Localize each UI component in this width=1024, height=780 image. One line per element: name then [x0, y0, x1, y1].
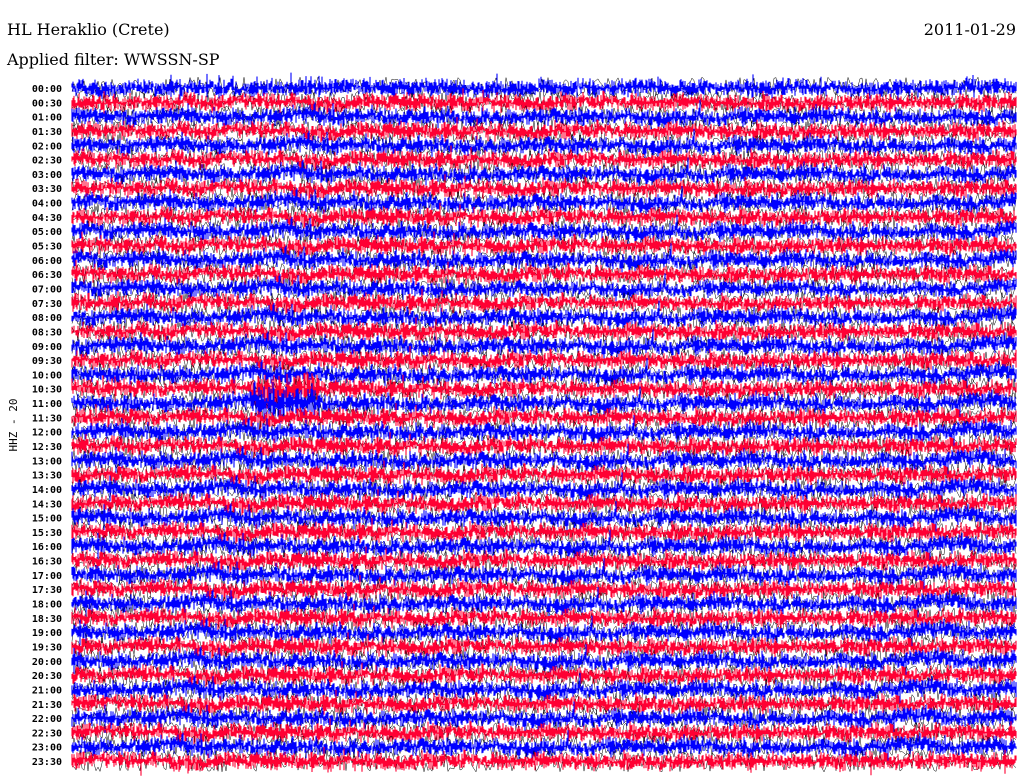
row-time-label: 15:00 — [32, 514, 62, 525]
row-time-label: 20:30 — [32, 671, 62, 682]
row-time-label: 00:00 — [32, 84, 62, 95]
row-time-label: 18:00 — [32, 600, 62, 611]
row-time-label: 22:00 — [32, 714, 62, 725]
row-time-label: 16:30 — [32, 557, 62, 568]
row-time-label: 03:30 — [32, 184, 62, 195]
row-time-label: 17:00 — [32, 571, 62, 582]
row-time-label: 16:00 — [32, 542, 62, 553]
row-time-label: 04:00 — [32, 199, 62, 210]
row-time-label: 11:30 — [32, 413, 62, 424]
row-time-label: 13:30 — [32, 471, 62, 482]
trace-row-2330 — [71, 747, 1017, 776]
row-time-label: 19:00 — [32, 628, 62, 639]
row-time-label: 07:00 — [32, 284, 62, 295]
row-time-label: 20:00 — [32, 657, 62, 668]
row-time-label: 10:30 — [32, 385, 62, 396]
row-time-label: 21:00 — [32, 685, 62, 696]
row-time-label: 11:00 — [32, 399, 62, 410]
row-time-label: 21:30 — [32, 700, 62, 711]
helicorder-plot: 00:00 00:30 01:00 01:30 02:00 02:30 03:00 03:30… — [7, 72, 1017, 776]
y-axis-label: HHZ - 20 — [7, 399, 20, 452]
row-time-label: 02:30 — [32, 156, 62, 167]
row-time-label: 17:30 — [32, 585, 62, 596]
row-time-label: 12:00 — [32, 428, 62, 439]
row-time-label: 18:30 — [32, 614, 62, 625]
row-time-label: 14:30 — [32, 499, 62, 510]
row-time-label: 10:00 — [32, 370, 62, 381]
row-time-label: 08:30 — [32, 327, 62, 338]
row-time-label: 05:30 — [32, 242, 62, 253]
row-time-label: 22:30 — [32, 728, 62, 739]
row-time-label: 15:30 — [32, 528, 62, 539]
row-time-label: 13:00 — [32, 456, 62, 467]
row-time-label: 23:30 — [32, 757, 62, 768]
row-time-label: 06:30 — [32, 270, 62, 281]
row-time-label: 00:30 — [32, 98, 62, 109]
row-time-label: 05:00 — [32, 227, 62, 238]
row-time-label: 19:30 — [32, 642, 62, 653]
row-time-label: 09:30 — [32, 356, 62, 367]
row-time-label: 03:00 — [32, 170, 62, 181]
row-time-label: 07:30 — [32, 299, 62, 310]
row-time-label: 01:00 — [32, 113, 62, 124]
row-time-label: 08:00 — [32, 313, 62, 324]
row-time-label: 14:00 — [32, 485, 62, 496]
row-time-label: 12:30 — [32, 442, 62, 453]
row-time-label: 02:00 — [32, 141, 62, 152]
row-time-label: 01:30 — [32, 127, 62, 138]
row-time-label: 23:00 — [32, 743, 62, 754]
row-time-label: 06:00 — [32, 256, 62, 267]
row-time-label: 09:00 — [32, 342, 62, 353]
trace-row-1230 — [71, 431, 1017, 461]
row-time-label: 04:30 — [32, 213, 62, 224]
